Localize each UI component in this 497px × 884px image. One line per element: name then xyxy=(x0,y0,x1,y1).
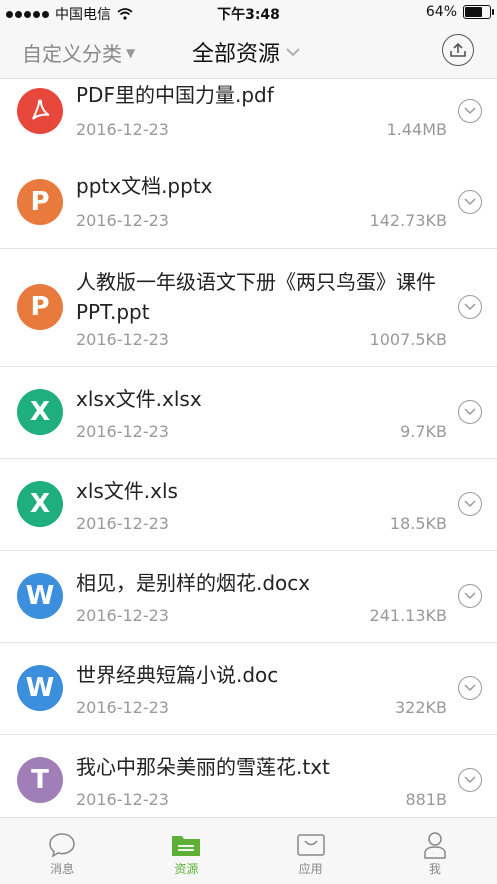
chevron-down-icon xyxy=(286,48,300,57)
file-size: 142.73KB xyxy=(369,211,447,230)
file-date: 2016-12-23 xyxy=(76,120,169,139)
file-list: PDF里的中国力量.pdf 2016-12-23 1.44MB P pptx文档… xyxy=(0,79,497,817)
chevron-down-icon xyxy=(464,198,476,206)
file-size: 9.7KB xyxy=(400,422,447,441)
folder-icon xyxy=(172,836,201,856)
header-bar: 自定义分类 ▼ 全部资源 xyxy=(0,26,497,79)
chevron-down-icon xyxy=(464,684,476,692)
chevron-down-icon xyxy=(464,500,476,508)
file-name: xlsx文件.xlsx xyxy=(76,387,202,411)
battery-percent: 64% xyxy=(425,4,457,20)
file-name: xls文件.xls xyxy=(76,479,178,503)
txt-icon: T xyxy=(17,757,63,803)
battery-fill xyxy=(465,7,482,17)
tab-bar: 消息 资源 应用 我 xyxy=(0,817,497,884)
file-date: 2016-12-23 xyxy=(76,606,169,625)
file-name: 人教版一年级语文下册《两只鸟蛋》课件PPT.ppt xyxy=(76,270,436,324)
tab-messages[interactable]: 消息 xyxy=(0,818,124,884)
page-title: 全部资源 xyxy=(192,42,281,67)
file-name: 世界经典短篇小说.doc xyxy=(76,663,279,687)
upload-icon xyxy=(450,42,466,57)
file-row[interactable]: W 相见，是别样的烟花.docx 2016-12-23 241.13KB xyxy=(0,551,497,643)
file-size: 881B xyxy=(405,790,447,809)
excel-icon: X xyxy=(17,389,63,435)
ppt-icon: P xyxy=(17,179,63,225)
user-icon xyxy=(424,832,446,859)
status-right: 64% xyxy=(425,4,494,20)
file-row[interactable]: X xls文件.xls 2016-12-23 18.5KB xyxy=(0,459,497,551)
status-time: 下午3:48 xyxy=(217,7,280,23)
chevron-down-icon xyxy=(464,776,476,784)
bag-icon xyxy=(296,834,325,856)
tab-label: 消息 xyxy=(50,862,75,876)
file-size: 18.5KB xyxy=(389,514,447,533)
chevron-down-icon xyxy=(464,107,476,115)
caret-down-icon: ▼ xyxy=(126,45,136,60)
pdf-icon xyxy=(17,88,63,134)
excel-icon: X xyxy=(17,481,63,527)
word-icon: W xyxy=(17,665,63,711)
tab-apps[interactable]: 应用 xyxy=(249,818,373,884)
file-row[interactable]: W 世界经典短篇小说.doc 2016-12-23 322KB xyxy=(0,643,497,735)
all-resources-dropdown[interactable]: 全部资源 xyxy=(192,36,300,68)
file-size: 1.44MB xyxy=(386,120,447,139)
upload-button[interactable] xyxy=(442,34,474,66)
custom-category-label: 自定义分类 xyxy=(22,42,122,66)
row-menu-button[interactable] xyxy=(458,492,482,516)
file-date: 2016-12-23 xyxy=(76,211,169,230)
file-date: 2016-12-23 xyxy=(76,422,169,441)
file-size: 322KB xyxy=(394,698,447,717)
file-size: 1007.5KB xyxy=(369,330,447,349)
custom-category-dropdown[interactable]: 自定义分类 ▼ xyxy=(22,38,135,67)
row-menu-button[interactable] xyxy=(458,99,482,123)
file-size: 241.13KB xyxy=(369,606,447,625)
row-menu-button[interactable] xyxy=(458,400,482,424)
status-bar: 中国电信 下午3:48 64% xyxy=(0,0,497,26)
row-menu-button[interactable] xyxy=(458,190,482,214)
tab-label: 我 xyxy=(428,862,441,876)
file-date: 2016-12-23 xyxy=(76,330,169,349)
chat-icon xyxy=(49,833,75,858)
row-menu-button[interactable] xyxy=(458,295,482,319)
word-icon: W xyxy=(17,573,63,619)
file-row[interactable]: P 人教版一年级语文下册《两只鸟蛋》课件PPT.ppt 2016-12-23 1… xyxy=(0,249,497,367)
chevron-down-icon xyxy=(464,592,476,600)
tab-label: 应用 xyxy=(298,862,323,876)
file-date: 2016-12-23 xyxy=(76,514,169,533)
file-row[interactable]: PDF里的中国力量.pdf 2016-12-23 1.44MB xyxy=(0,79,497,158)
tab-label: 资源 xyxy=(174,862,199,876)
file-name: 相见，是别样的烟花.docx xyxy=(76,571,311,595)
tab-me[interactable]: 我 xyxy=(373,818,497,884)
tab-resources[interactable]: 资源 xyxy=(124,818,248,884)
file-name: 我心中那朵美丽的雪莲花.txt xyxy=(76,755,330,779)
battery-icon xyxy=(463,5,494,19)
row-menu-button[interactable] xyxy=(458,676,482,700)
file-row[interactable]: X xlsx文件.xlsx 2016-12-23 9.7KB xyxy=(0,367,497,459)
chevron-down-icon xyxy=(464,303,476,311)
file-date: 2016-12-23 xyxy=(76,790,169,809)
file-row[interactable]: P pptx文档.pptx 2016-12-23 142.73KB xyxy=(0,157,497,249)
chevron-down-icon xyxy=(464,408,476,416)
row-menu-button[interactable] xyxy=(458,768,482,792)
row-menu-button[interactable] xyxy=(458,584,482,608)
file-name: PDF里的中国力量.pdf xyxy=(76,83,274,107)
file-date: 2016-12-23 xyxy=(76,698,169,717)
file-name: pptx文档.pptx xyxy=(76,174,213,198)
ppt-icon: P xyxy=(17,284,63,330)
file-row[interactable]: T 我心中那朵美丽的雪莲花.txt 2016-12-23 881B xyxy=(0,735,497,817)
